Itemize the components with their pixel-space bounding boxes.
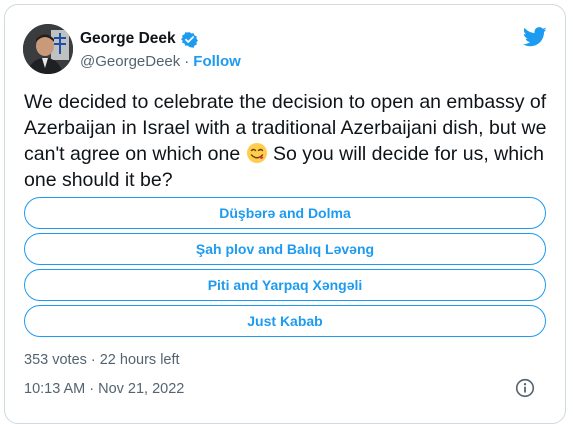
- yum-face-emoji: [246, 142, 268, 164]
- poll-option-1[interactable]: Düşbərə and Dolma: [24, 197, 546, 229]
- tweet-card: George Deek @GeorgeDeek · Follow We deci…: [4, 4, 566, 424]
- timestamp-date[interactable]: Nov 21, 2022: [98, 381, 184, 397]
- author-name[interactable]: George Deek: [80, 30, 176, 48]
- author-name-row[interactable]: George Deek: [80, 30, 198, 48]
- tweet-timestamp[interactable]: 10:13 AM · Nov 21, 2022: [24, 381, 184, 397]
- poll-time-left: 22 hours left: [99, 352, 180, 368]
- timestamp-separator: ·: [89, 381, 95, 397]
- follow-button[interactable]: Follow: [193, 53, 241, 70]
- poll: Düşbərə and Dolma Şah plov and Balıq Ləv…: [24, 197, 546, 341]
- poll-meta: 353 votes · 22 hours left: [24, 352, 180, 368]
- author-handle[interactable]: @GeorgeDeek: [80, 53, 180, 70]
- twitter-bird-icon[interactable]: [522, 27, 547, 47]
- handle-row: @GeorgeDeek · Follow: [80, 53, 241, 70]
- poll-option-3[interactable]: Piti and Yarpaq Xəngəli: [24, 269, 546, 301]
- timestamp-time[interactable]: 10:13 AM: [24, 381, 85, 397]
- poll-option-2[interactable]: Şah plov and Balıq Ləvəng: [24, 233, 546, 265]
- tweet-text: We decided to celebrate the decision to …: [24, 89, 554, 193]
- poll-option-4[interactable]: Just Kabab: [24, 305, 546, 337]
- avatar[interactable]: [23, 24, 73, 74]
- verified-badge-icon: [180, 31, 198, 48]
- info-icon[interactable]: [515, 378, 535, 398]
- poll-meta-separator: ·: [90, 352, 96, 368]
- poll-votes: 353 votes: [24, 352, 87, 368]
- handle-separator: ·: [184, 53, 190, 70]
